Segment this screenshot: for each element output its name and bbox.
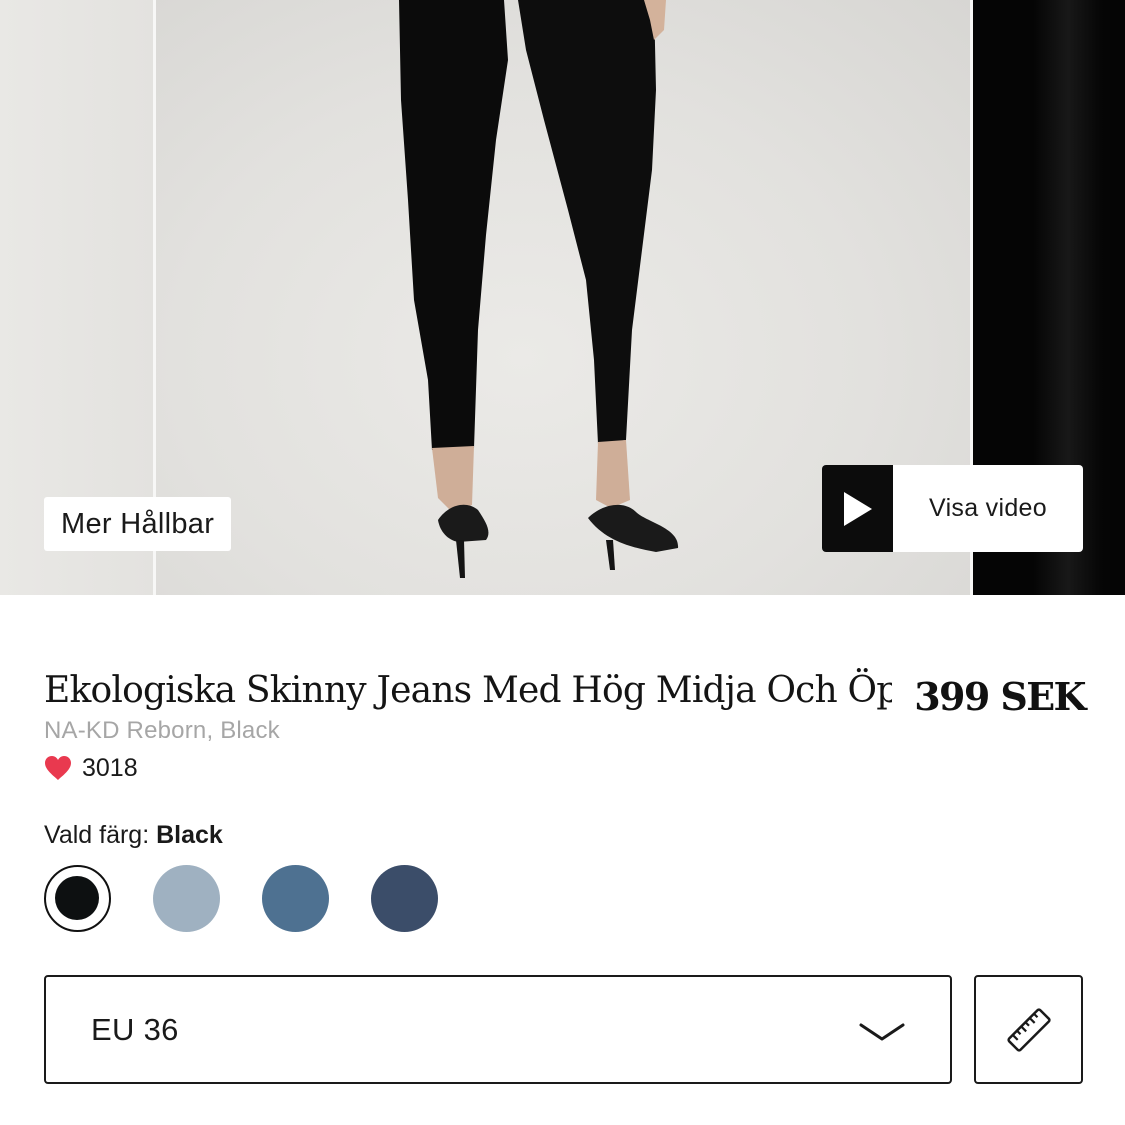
color-label-text: Vald färg:: [44, 821, 150, 849]
wishlist-likes[interactable]: 3018: [44, 752, 138, 784]
size-select-value: EU 36: [91, 1011, 179, 1047]
color-swatch-dark-blue[interactable]: [371, 865, 438, 932]
chevron-down-icon: [859, 1023, 905, 1041]
color-swatch-black[interactable]: [44, 865, 111, 932]
play-video-button[interactable]: Visa video: [822, 465, 1083, 552]
size-select[interactable]: EU 36: [44, 975, 952, 1084]
product-title: Ekologiska Skinny Jeans Med Hög Midja Oc…: [44, 670, 892, 711]
product-image-gallery[interactable]: Mer Hållbar Visa video: [0, 0, 1125, 595]
color-swatch-light-blue[interactable]: [153, 865, 220, 932]
swatch-fill: [55, 876, 99, 920]
product-price: 399 SEK: [914, 674, 1086, 719]
ruler-icon: [1006, 1007, 1051, 1052]
selected-color-label: Vald färg: Black: [44, 819, 223, 851]
sustainability-badge: Mer Hållbar: [44, 497, 232, 551]
heart-icon: [45, 756, 71, 780]
color-swatch-mid-blue[interactable]: [262, 865, 329, 932]
play-video-label: Visa video: [929, 494, 1047, 522]
product-brand-color: NA-KD Reborn, Black: [44, 717, 280, 744]
play-icon: [822, 465, 893, 552]
selected-color-value: Black: [156, 821, 223, 849]
size-guide-button[interactable]: [974, 975, 1083, 1084]
likes-count: 3018: [82, 753, 138, 782]
